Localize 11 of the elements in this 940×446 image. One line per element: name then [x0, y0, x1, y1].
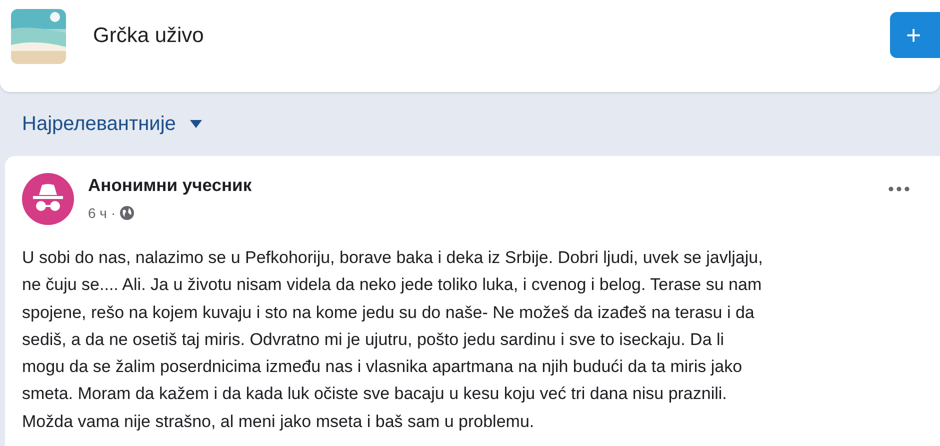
- incognito-avatar-icon[interactable]: [22, 173, 74, 225]
- caret-icon[interactable]: [190, 120, 202, 128]
- globe-icon: [120, 206, 134, 220]
- post-text: U sobi do nas, nalazimo se u Pefkohoriju, borave baka i deka iz Srbije. Dobri ljudi, uvek se javljaju, ne čuju se.... Ali. Ja u životu nisam videla da neko jede toliko luka, i cvenog i belog. Terase su nam spojene, rešo na kojem kuvaju i sto na kome jedu su do naše- Ne možeš da izađeš na terasu i da sediš, a da ne osetiš taj miris. Odvratno mi je ujutru, pošto jedu sardinu i sve to iseckaju. Da li mogu da se žalim poserdnicima između nas i vlasnika apartmana na njih budući da ta miris jako smeta. Moram da kažem i da kada luk očiste sve bacaju u kesu koju već tri dana nisu praznili. Možda vama nije strašno, al meni jako mseta i baš sam u problemu.: [22, 247, 764, 433]
- more-options-icon[interactable]: [888, 186, 910, 192]
- sort-dropdown[interactable]: Најрелевантније: [22, 112, 176, 136]
- separator-dot: ·: [110, 205, 116, 221]
- post-time[interactable]: 6 ч: [88, 205, 107, 221]
- group-name[interactable]: Grčka uživo: [93, 24, 204, 48]
- join-button[interactable]: +: [890, 12, 940, 58]
- author-name[interactable]: Анонимни учесник: [88, 175, 252, 196]
